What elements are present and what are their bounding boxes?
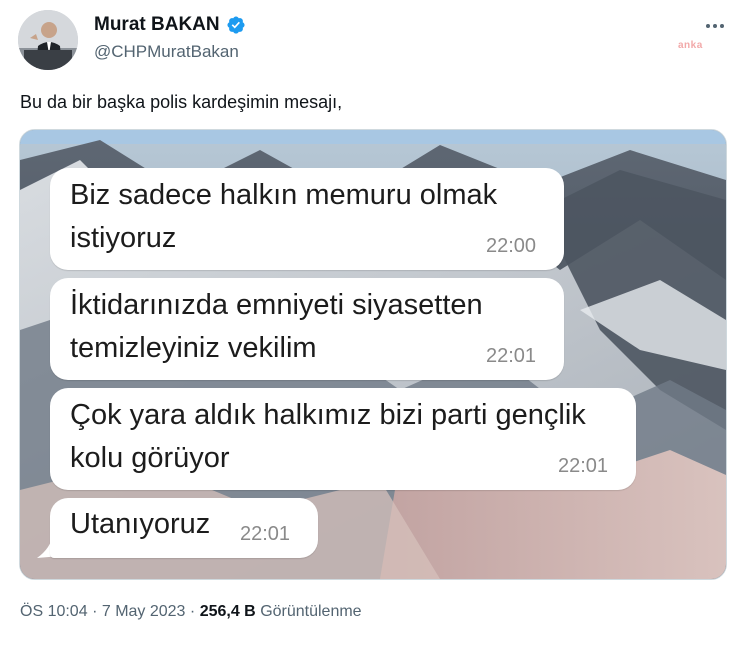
message-time: 22:01	[558, 455, 609, 477]
author-display-name[interactable]: Murat BAKAN	[94, 14, 220, 36]
separator: ·	[189, 603, 196, 620]
author-handle[interactable]: @CHPMuratBakan	[94, 42, 239, 62]
more-dot-icon	[713, 24, 717, 28]
tweet-media[interactable]: Biz sadece halkın memuru olmak istiyoruz…	[19, 129, 727, 580]
more-dot-icon	[720, 24, 724, 28]
message-bubble: Çok yara aldık halkımız bizi parti gençl…	[50, 388, 636, 490]
tweet-date[interactable]: 7 May 2023	[102, 603, 186, 620]
message-line: Utanıyoruz	[70, 508, 211, 540]
message-text: Biz sadece halkın memuru olmak istiyoruz	[70, 174, 497, 260]
tweet-text: Bu da bir başka polis kardeşimin mesajı,	[20, 92, 343, 112]
tweet-time[interactable]: ÖS 10:04	[20, 603, 88, 620]
message-line: istiyoruz	[70, 222, 177, 254]
message-time: 22:01	[240, 523, 291, 545]
more-dot-icon	[706, 24, 710, 28]
author-name-row[interactable]: Murat BAKAN	[94, 14, 246, 36]
avatar-image	[18, 10, 78, 70]
tweet-metadata: ÖS 10:04 · 7 May 2023 · 256,4 B Görüntül…	[20, 603, 362, 621]
verified-badge-icon	[227, 16, 245, 34]
separator: ·	[92, 603, 98, 620]
message-line: Çok yara aldık halkımız bizi parti gençl…	[70, 399, 586, 431]
views-label: Görüntülenme	[260, 603, 362, 620]
message-line: İktidarınızda emniyeti siyasetten	[70, 289, 483, 321]
message-bubble: Utanıyoruz 22:01	[50, 498, 318, 558]
message-line: Biz sadece halkın memuru olmak	[70, 179, 498, 211]
message-time: 22:00	[486, 235, 537, 257]
message-line: temizleyiniz vekilim	[70, 332, 317, 364]
message-bubble: Biz sadece halkın memuru olmak istiyoruz…	[50, 168, 564, 270]
message-text: Çok yara aldık halkımız bizi parti gençl…	[70, 394, 586, 480]
message-bubble: İktidarınızda emniyeti siyasetten temizl…	[50, 278, 564, 380]
more-options-button[interactable]	[698, 14, 732, 38]
tweet: Murat BAKAN @CHPMuratBakan anka Bu da bi…	[0, 0, 750, 645]
message-line: kolu görüyor	[70, 442, 230, 474]
message-text: İktidarınızda emniyeti siyasetten temizl…	[70, 284, 483, 370]
message-time: 22:01	[486, 345, 537, 367]
avatar[interactable]	[18, 10, 78, 70]
watermark: anka	[678, 40, 703, 51]
views-count: 256,4 B	[199, 603, 256, 620]
message-text: Utanıyoruz	[70, 503, 210, 546]
